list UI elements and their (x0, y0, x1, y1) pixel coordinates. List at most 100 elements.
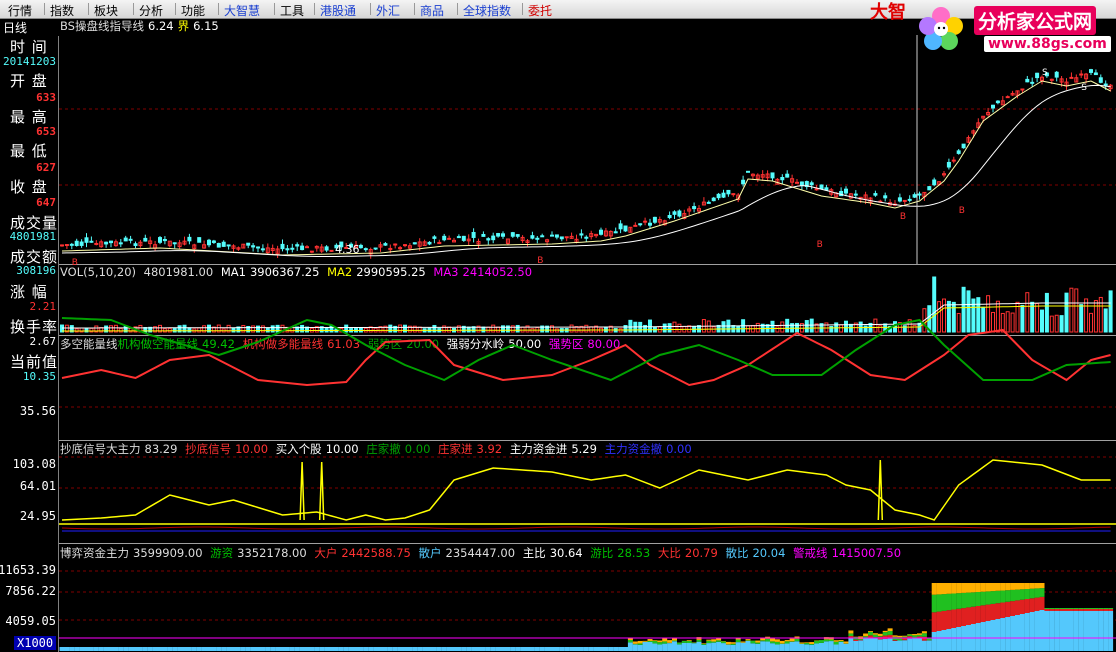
star-mark: ✱ (309, 35, 317, 38)
volume-bar (662, 323, 667, 333)
game-retail-bar (59, 647, 65, 651)
menu-item-7[interactable]: 港股通 (320, 2, 356, 19)
candle-body (172, 242, 177, 245)
volume-bar (946, 300, 951, 333)
candle-body (471, 231, 476, 238)
game-retail-bar (338, 647, 344, 651)
volume-bar (403, 324, 407, 333)
period-tab-daily[interactable]: 日线 (3, 19, 27, 36)
game-big-holder-bar (1068, 609, 1074, 611)
game-retail-bar (789, 641, 795, 651)
menu-item-9[interactable]: 商品 (420, 2, 444, 19)
volume-bar (966, 290, 971, 333)
menu-item-8[interactable]: 外汇 (376, 2, 400, 19)
volume-bar (1010, 312, 1015, 333)
candle-body (94, 242, 99, 245)
game-retail-bar (1073, 611, 1079, 651)
game-main-bar (779, 640, 785, 644)
game-main-bar (902, 635, 908, 637)
game-retail-bar (113, 647, 119, 651)
game-hot-money-bar (926, 638, 932, 641)
candle-body (143, 237, 148, 242)
game-retail-bar (647, 641, 653, 651)
game-retail-bar (1000, 618, 1006, 651)
candle-body (1069, 76, 1074, 79)
game-big-holder-bar (1073, 609, 1079, 611)
price-low-annotation: 4.36 (335, 243, 360, 256)
game-retail-bar (917, 638, 922, 651)
game-retail-bar (990, 620, 996, 651)
game-hot-money-bar (868, 632, 873, 636)
game-retail-bar (260, 647, 266, 651)
game-retail-bar (936, 631, 942, 651)
candle-body (246, 242, 251, 246)
game-retail-bar (833, 644, 839, 651)
menu-item-11[interactable]: 委托 (528, 2, 552, 19)
candle-body (564, 236, 569, 239)
game-retail-bar (476, 647, 481, 651)
menu-separator (44, 3, 45, 15)
stock-chart-area[interactable]: ✱✱✱✱✱✱✱✱4.36BBBBBSS (59, 35, 1116, 652)
candle-body (795, 181, 799, 184)
game-big-holder-bar (931, 612, 937, 632)
high-value: 653 (36, 125, 56, 138)
menu-item-3[interactable]: 分析 (139, 2, 163, 19)
star-mark: ✱ (801, 35, 809, 38)
game-retail-bar (265, 647, 271, 651)
candle-body (785, 173, 790, 178)
menu-item-2[interactable]: 板块 (94, 2, 118, 19)
game-retail-bar (652, 643, 658, 651)
game-hot-money-bar (686, 640, 692, 644)
zoom-multiplier[interactable]: X1000 (14, 636, 57, 650)
game-retail-bar (1068, 611, 1074, 651)
volume-bar (118, 328, 123, 333)
candle-body (1089, 69, 1093, 73)
volume-bar (167, 327, 172, 333)
game-hot-money-bar (721, 641, 726, 644)
game-main-bar (642, 640, 648, 642)
game-hot-money-bar (877, 635, 883, 637)
candle-body (559, 236, 564, 240)
game-retail-bar (926, 640, 932, 651)
candle-body (260, 248, 265, 251)
candle-body (1025, 78, 1030, 83)
menu-item-6[interactable]: 工具 (280, 2, 304, 19)
game-hot-money-bar (760, 640, 766, 642)
candle-body (456, 236, 461, 239)
game-hot-money-bar (676, 642, 682, 645)
signal-dealer-in-line (61, 526, 1111, 530)
game-axis-label-2: 7856.22 (5, 584, 56, 598)
signal-main-line (61, 459, 1111, 521)
volume-bar (804, 320, 809, 333)
game-hot-money-bar (1029, 588, 1035, 599)
game-retail-bar (446, 647, 452, 651)
game-hot-money-bar (917, 634, 922, 637)
game-retail-bar (466, 647, 472, 651)
menu-item-10[interactable]: 全球指数 (463, 2, 511, 19)
game-retail-bar (1088, 611, 1094, 651)
game-main-bar (740, 641, 746, 643)
game-retail-bar (309, 647, 315, 651)
signal-axis-label-1: 103.08 (12, 457, 56, 471)
game-retail-bar (1064, 611, 1069, 651)
volume-bar (569, 324, 574, 333)
price-indicator-name: BS操盘线指导线 (60, 19, 144, 33)
game-hot-money-bar (819, 640, 824, 643)
candle-body (432, 236, 437, 239)
menu-item-1[interactable]: 指数 (50, 2, 74, 19)
candle-body (741, 179, 746, 185)
game-retail-bar (1010, 616, 1016, 651)
volume-bar (902, 325, 907, 333)
game-main-bar (917, 633, 922, 635)
game-main-bar (995, 583, 1001, 591)
menu-item-0[interactable]: 行情 (8, 2, 32, 19)
game-retail-bar (1019, 614, 1025, 651)
game-retail-bar (799, 643, 805, 651)
game-main-bar (838, 640, 844, 642)
menu-item-5[interactable]: 大智慧 (224, 2, 260, 19)
game-big-holder-bar (995, 603, 1001, 619)
menu-item-4[interactable]: 功能 (181, 2, 205, 19)
game-main-bar (730, 642, 736, 644)
game-main-bar (897, 635, 903, 638)
game-retail-bar (324, 647, 330, 651)
